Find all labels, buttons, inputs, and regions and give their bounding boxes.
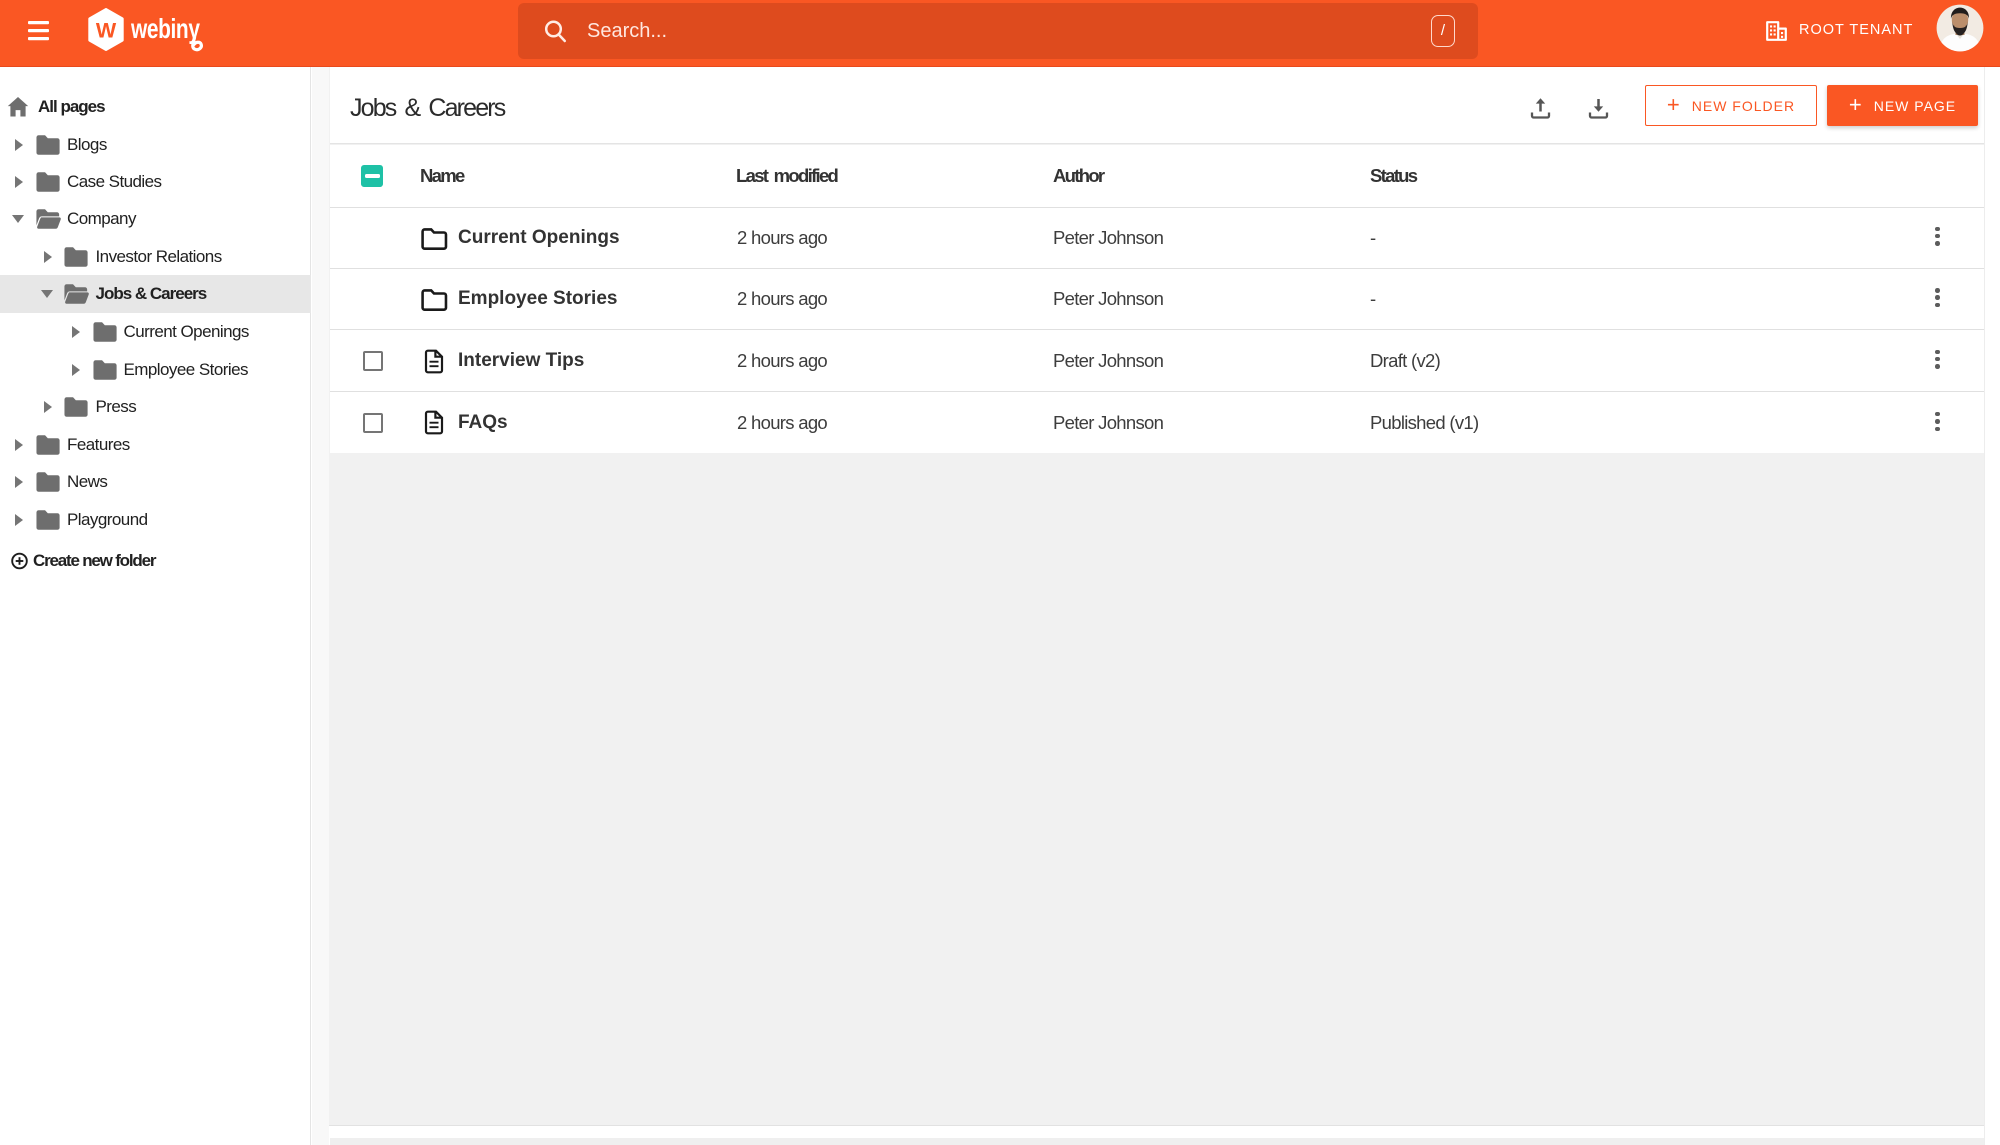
svg-text:W: W	[96, 19, 117, 43]
